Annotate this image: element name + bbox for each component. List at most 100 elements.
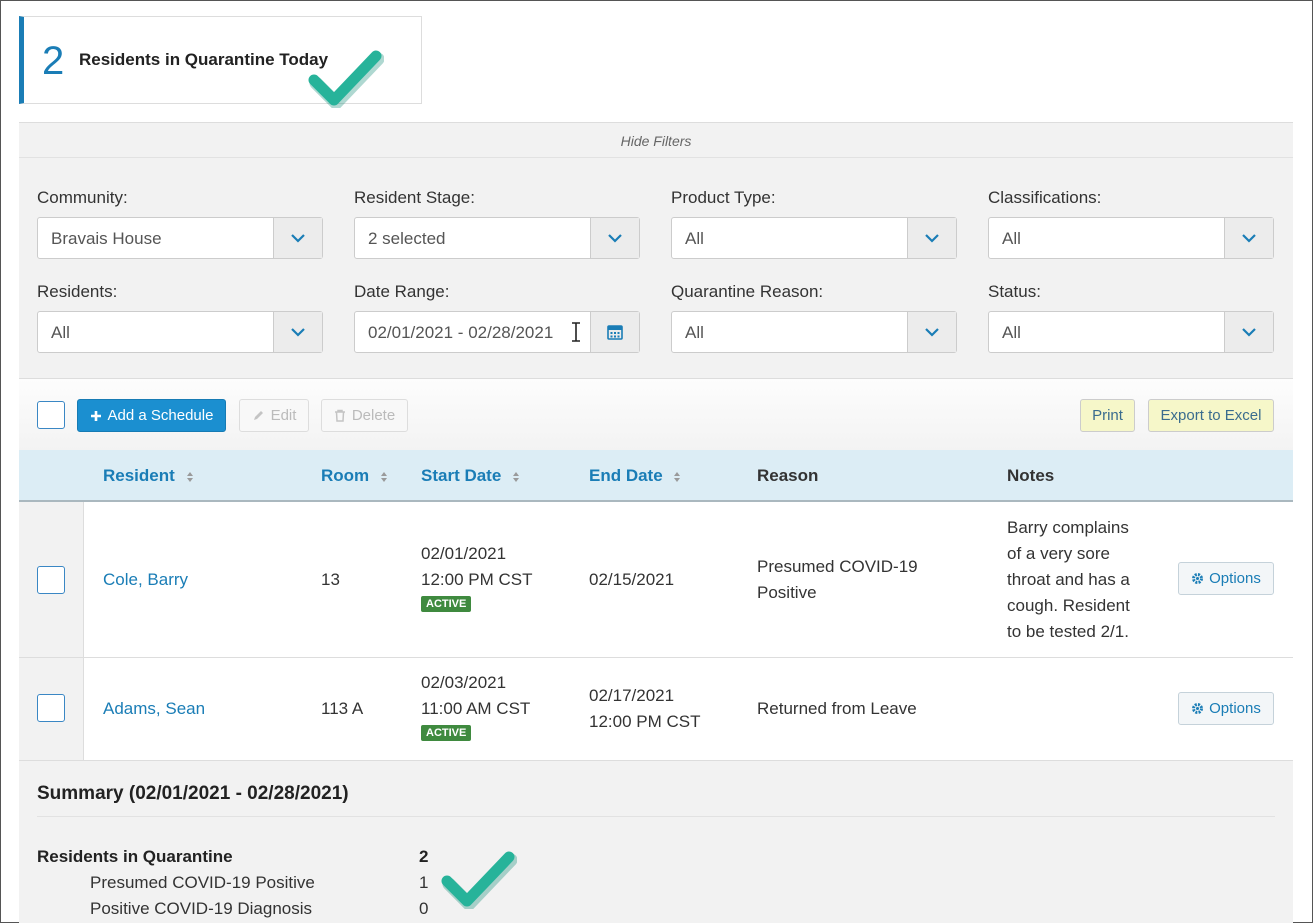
status-filter: Status: All: [988, 282, 1274, 353]
summary-item-value: 0: [419, 899, 429, 918]
reason-line: Positive: [757, 583, 817, 602]
hide-filters-link[interactable]: Hide Filters: [19, 133, 1293, 149]
reason-cell: Presumed COVID-19 Positive: [757, 554, 918, 606]
notes-line: Barry complains: [1007, 518, 1129, 537]
checkmark-icon: [441, 851, 517, 909]
start-date-cell: 02/03/2021 11:00 AM CST ACTIVE: [421, 670, 530, 748]
edit-button[interactable]: Edit: [239, 399, 309, 432]
summary-total-label: Residents in Quarantine: [37, 847, 233, 866]
pencil-icon: [253, 411, 263, 420]
table-row: Adams, Sean 113 A 02/03/2021 11:00 AM CS…: [19, 658, 1293, 761]
divider: [19, 157, 1293, 158]
add-schedule-button[interactable]: Add a Schedule: [77, 399, 226, 432]
resident-link[interactable]: Adams, Sean: [103, 696, 205, 722]
notes-line: to be tested 2/1.: [1007, 622, 1129, 641]
column-header-label: End Date: [589, 466, 663, 485]
quarantine-reason-filter: Quarantine Reason: All: [671, 282, 957, 353]
start-time: 12:00 PM CST: [421, 570, 533, 589]
column-header-start-date[interactable]: Start Date: [421, 466, 520, 486]
trash-icon: [334, 409, 345, 422]
room-cell: 113 A: [321, 699, 364, 718]
chevron-down-icon[interactable]: [907, 218, 956, 258]
summary-panel: Summary (02/01/2021 - 02/28/2021) Reside…: [19, 761, 1293, 923]
notes-line: of a very sore: [1007, 544, 1110, 563]
chevron-down-icon[interactable]: [1224, 218, 1273, 258]
residents-filter: Residents: All: [37, 282, 323, 353]
sort-icon: [380, 471, 387, 482]
resident-stage-select[interactable]: 2 selected: [354, 217, 640, 259]
column-header-label: Start Date: [421, 466, 502, 485]
column-header-label: Room: [321, 466, 370, 485]
row-select-cell: [19, 502, 84, 657]
delete-button[interactable]: Delete: [321, 399, 408, 432]
table-row: Cole, Barry 13 02/01/2021 12:00 PM CST A…: [19, 502, 1293, 658]
date-range-value: 02/01/2021 - 02/28/2021: [368, 323, 554, 342]
column-header-room[interactable]: Room: [321, 466, 388, 486]
row-checkbox[interactable]: [37, 566, 65, 594]
column-header-end-date[interactable]: End Date: [589, 466, 681, 486]
row-checkbox[interactable]: [37, 694, 65, 722]
column-header-label: Resident: [103, 466, 175, 485]
sort-icon: [186, 471, 193, 482]
end-date-cell: 02/17/2021 12:00 PM CST: [589, 683, 701, 735]
row-select-cell: [19, 658, 84, 760]
chevron-down-icon[interactable]: [273, 312, 322, 352]
notes-line: throat and has a: [1007, 570, 1130, 589]
status-select[interactable]: All: [988, 311, 1274, 353]
notes-line: cough. Resident: [1007, 596, 1130, 615]
filter-label: Date Range:: [354, 282, 450, 301]
reason-cell: Returned from Leave: [757, 699, 917, 718]
quarantine-reason-select[interactable]: All: [671, 311, 957, 353]
community-select[interactable]: Bravais House: [37, 217, 323, 259]
product-type-filter: Product Type: All: [671, 188, 957, 259]
divider: [37, 816, 1275, 817]
chevron-down-icon[interactable]: [907, 312, 956, 352]
chevron-down-icon[interactable]: [590, 218, 639, 258]
options-button[interactable]: Options: [1178, 692, 1274, 725]
gear-icon: [1192, 573, 1204, 584]
start-date: 02/03/2021: [421, 673, 507, 692]
resident-stage-filter: Resident Stage: 2 selected: [354, 188, 640, 259]
options-button[interactable]: Options: [1178, 562, 1274, 595]
select-value: All: [51, 323, 70, 342]
notes-cell: Barry complains of a very sore throat an…: [1007, 515, 1130, 645]
kpi-count: 2: [42, 39, 65, 83]
plus-icon: [90, 410, 101, 421]
community-filter: Community: Bravais House: [37, 188, 323, 259]
select-all-checkbox[interactable]: [37, 401, 65, 429]
export-excel-button[interactable]: Export to Excel: [1148, 399, 1274, 432]
gear-icon: [1192, 703, 1204, 714]
filter-label: Status:: [988, 282, 1041, 301]
select-value: All: [685, 229, 704, 248]
summary-item-value: 1: [419, 873, 429, 892]
column-header-resident[interactable]: Resident: [103, 466, 194, 486]
chevron-down-icon[interactable]: [1224, 312, 1273, 352]
calendar-icon[interactable]: [590, 312, 639, 352]
filter-label: Product Type:: [671, 188, 776, 207]
chevron-down-icon[interactable]: [273, 218, 322, 258]
table-header: Resident Room Start Date End Date Reason…: [19, 450, 1293, 502]
select-value: All: [685, 323, 704, 342]
filters-panel: Hide Filters Community: Bravais House Re…: [19, 122, 1293, 379]
filter-label: Quarantine Reason:: [671, 282, 824, 301]
add-schedule-label: Add a Schedule: [107, 407, 214, 424]
column-header-reason: Reason: [757, 466, 819, 485]
filter-label: Residents:: [37, 282, 118, 301]
resident-link[interactable]: Cole, Barry: [103, 567, 188, 593]
filter-label: Classifications:: [988, 188, 1102, 207]
residents-select[interactable]: All: [37, 311, 323, 353]
print-button[interactable]: Print: [1080, 399, 1135, 432]
classifications-select[interactable]: All: [988, 217, 1274, 259]
delete-label: Delete: [351, 407, 396, 424]
options-label: Options: [1209, 570, 1261, 587]
select-value: All: [1002, 229, 1021, 248]
select-value: 2 selected: [368, 229, 446, 248]
start-date: 02/01/2021: [421, 544, 507, 563]
summary-total-value: 2: [419, 847, 429, 866]
date-range-input[interactable]: 02/01/2021 - 02/28/2021: [354, 311, 640, 353]
status-badge: ACTIVE: [421, 596, 472, 612]
end-time: 12:00 PM CST: [589, 712, 701, 731]
classifications-filter: Classifications: All: [988, 188, 1274, 259]
product-type-select[interactable]: All: [671, 217, 957, 259]
select-value: Bravais House: [51, 229, 162, 248]
